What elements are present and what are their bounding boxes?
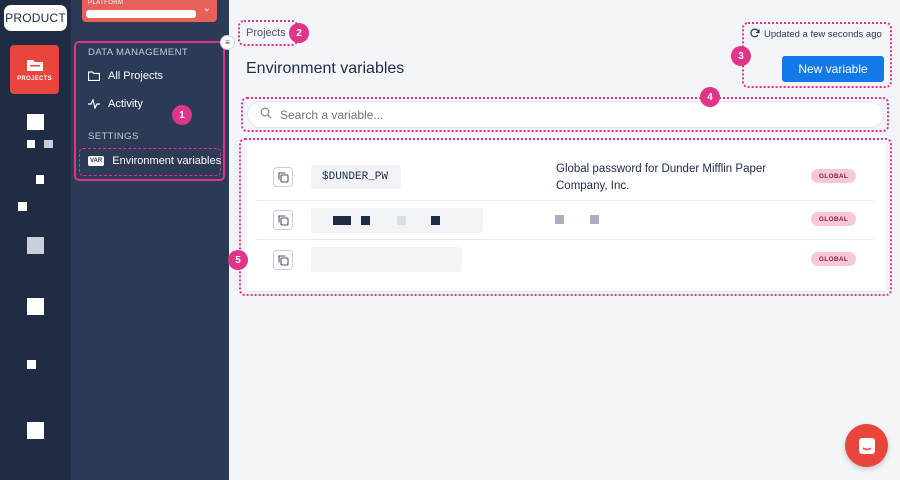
rail-placeholder[interactable] (27, 422, 44, 439)
new-variable-button[interactable]: New variable (782, 56, 884, 82)
rail-placeholder[interactable] (27, 237, 44, 254)
rail-placeholder[interactable] (27, 360, 36, 369)
rail-placeholder[interactable] (36, 175, 44, 184)
activity-icon (88, 98, 100, 110)
sidebar-item-label: Activity (108, 98, 143, 110)
search-input[interactable] (280, 107, 840, 122)
settings-heading: SETTINGS (88, 131, 139, 142)
sidebar-item-label: All Projects (108, 70, 164, 82)
sidebar-item-all-projects[interactable]: All Projects (88, 70, 163, 82)
copy-icon (277, 171, 289, 183)
projects-rail-button[interactable]: PROJECTS (10, 45, 59, 94)
platform-label: PLATFORM (88, 0, 124, 6)
sidebar-item-activity[interactable]: Activity (88, 98, 143, 110)
variable-name-redacted[interactable] (311, 208, 483, 233)
rail-placeholder[interactable] (27, 114, 44, 130)
variable-name[interactable]: $DUNDER_PW (311, 165, 401, 189)
variable-description: Global password for Dunder Mifflin Paper… (556, 163, 767, 192)
chevron-down-icon: ⌄ (202, 3, 211, 14)
collapse-sidebar-button[interactable]: ≡ (220, 35, 235, 50)
rail-placeholder (27, 140, 35, 148)
copy-icon (277, 214, 289, 226)
rail-placeholder (18, 202, 27, 211)
updated-text: Updated a few seconds ago (764, 29, 882, 40)
marker-badge: 4 (700, 87, 720, 107)
copy-button[interactable] (273, 167, 293, 187)
breadcrumb[interactable]: Projects (246, 27, 286, 39)
search-bar[interactable] (247, 101, 884, 128)
platform-value-field[interactable] (86, 10, 196, 18)
folder-icon (88, 70, 100, 82)
marker-badge: 2 (289, 23, 309, 43)
sidebar-item-environment-variables[interactable]: VAR Environment variables (88, 155, 221, 167)
icon-rail: PRODUCT PROJECTS (0, 0, 71, 480)
page-title: Environment variables (246, 60, 405, 77)
scope-badge: GLOBAL (811, 252, 856, 266)
data-management-heading: DATA MANAGEMENT (88, 47, 189, 58)
projects-rail-label: PROJECTS (17, 75, 52, 82)
scope-badge: GLOBAL (811, 169, 856, 183)
variable-name-redacted[interactable] (311, 247, 462, 272)
refresh-icon[interactable] (750, 28, 760, 41)
sidebar-item-label: Environment variables (112, 155, 222, 167)
marker-badge: 5 (228, 250, 248, 270)
marker-badge: 3 (731, 46, 751, 66)
marker-badge: 1 (172, 105, 192, 125)
scope-badge: GLOBAL (811, 212, 856, 226)
chat-icon (858, 437, 875, 454)
last-updated-status: Updated a few seconds ago (750, 28, 882, 41)
copy-icon (277, 254, 289, 266)
copy-button[interactable] (273, 210, 293, 230)
rail-placeholder (44, 140, 53, 148)
platform-selector[interactable]: PLATFORM ⌄ (82, 0, 217, 22)
search-icon (260, 106, 272, 124)
description-redacted (590, 215, 599, 224)
chat-launcher-button[interactable] (845, 424, 888, 467)
copy-button[interactable] (273, 250, 293, 270)
product-switcher[interactable]: PRODUCT (4, 5, 67, 31)
folder-icon (26, 59, 43, 71)
description-redacted (555, 215, 564, 224)
var-icon: VAR (88, 156, 105, 166)
rail-placeholder[interactable] (27, 298, 44, 315)
